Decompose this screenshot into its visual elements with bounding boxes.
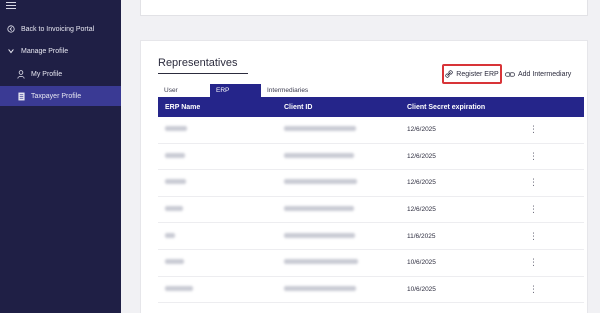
redacted-client-id	[284, 179, 357, 185]
expiration-date: 12/6/2025	[407, 179, 436, 187]
representatives-card: Representatives Register ERP Add Interme…	[140, 40, 588, 313]
more-options-icon[interactable]: ⋮	[529, 177, 538, 187]
sidebar-item-manage-profile[interactable]: Manage Profile	[0, 41, 121, 61]
expiration-date: 12/6/2025	[407, 206, 436, 214]
sidebar-item-label: Manage Profile	[21, 47, 69, 55]
title-underline	[158, 73, 248, 74]
redacted-client-id	[284, 285, 356, 291]
redacted-erp-name	[165, 259, 184, 265]
redacted-erp-name	[165, 232, 175, 238]
more-options-icon[interactable]: ⋮	[529, 257, 538, 267]
redacted-erp-name	[165, 126, 187, 132]
expiration-date: 10/6/2025	[407, 285, 436, 293]
column-header-client-id[interactable]: Client ID	[281, 104, 404, 111]
table-row[interactable]: 12/6/2025 ⋮	[158, 144, 584, 171]
table-header: ERP Name Client ID Client Secret expirat…	[158, 97, 584, 117]
more-options-icon[interactable]: ⋮	[529, 124, 538, 134]
more-options-icon[interactable]: ⋮	[529, 204, 538, 214]
redacted-client-id	[284, 232, 355, 238]
sidebar: Back to Invoicing Portal Manage Profile …	[0, 0, 121, 313]
more-options-icon[interactable]: ⋮	[529, 284, 538, 294]
add-intermediary-label: Add Intermediary	[518, 70, 572, 78]
erp-table: ERP Name Client ID Client Secret expirat…	[158, 97, 584, 304]
tab-erp[interactable]: ERP	[210, 84, 261, 97]
sidebar-item-taxpayer-profile[interactable]: Taxpayer Profile	[0, 86, 121, 106]
sidebar-item-label: My Profile	[31, 70, 63, 78]
link-icon	[445, 70, 454, 78]
tab-intermediaries[interactable]: Intermediaries	[261, 84, 314, 97]
table-row[interactable]: 12/6/2025 ⋮	[158, 197, 584, 224]
chain-link-icon	[505, 71, 515, 78]
redacted-client-id	[284, 152, 354, 158]
table-row[interactable]: 10/6/2025 ⋮	[158, 277, 584, 304]
register-erp-button[interactable]: Register ERP	[442, 64, 502, 84]
sidebar-item-back-to-invoicing-portal[interactable]: Back to Invoicing Portal	[0, 19, 121, 39]
expiration-date: 12/6/2025	[407, 126, 436, 134]
sidebar-item-label: Back to Invoicing Portal	[21, 25, 95, 33]
hamburger-menu-icon[interactable]	[6, 2, 16, 10]
column-header-erp-name[interactable]: ERP Name	[158, 104, 281, 111]
sidebar-item-my-profile[interactable]: My Profile	[0, 64, 121, 84]
profile-card	[140, 0, 588, 16]
add-intermediary-button[interactable]: Add Intermediary	[505, 67, 571, 81]
more-options-icon[interactable]: ⋮	[529, 231, 538, 241]
table-row[interactable]: 12/6/2025 ⋮	[158, 117, 584, 144]
main-content: Representatives Register ERP Add Interme…	[121, 0, 600, 313]
redacted-client-id	[284, 126, 356, 132]
column-header-client-secret-expiration[interactable]: Client Secret expiration	[404, 104, 529, 111]
chevron-down-icon	[4, 47, 18, 55]
arrow-left-circle-icon	[4, 25, 18, 33]
expiration-date: 11/6/2025	[407, 232, 436, 240]
register-erp-label: Register ERP	[456, 70, 499, 78]
redacted-client-id	[284, 206, 354, 212]
person-icon	[14, 69, 28, 79]
tab-user[interactable]: User	[158, 84, 210, 97]
table-row[interactable]: 12/6/2025 ⋮	[158, 170, 584, 197]
table-row[interactable]: 11/6/2025 ⋮	[158, 223, 584, 250]
redacted-erp-name	[165, 179, 186, 185]
redacted-erp-name	[165, 152, 185, 158]
section-title: Representatives	[158, 57, 238, 69]
expiration-date: 12/6/2025	[407, 152, 436, 160]
expiration-date: 10/6/2025	[407, 259, 436, 267]
redacted-erp-name	[165, 206, 183, 212]
representative-tabs: User ERP Intermediaries	[158, 84, 314, 97]
document-icon	[14, 92, 28, 101]
redacted-erp-name	[165, 285, 193, 291]
more-options-icon[interactable]: ⋮	[529, 151, 538, 161]
table-row[interactable]: 10/6/2025 ⋮	[158, 250, 584, 277]
sidebar-item-label: Taxpayer Profile	[31, 92, 82, 100]
redacted-client-id	[284, 259, 358, 265]
